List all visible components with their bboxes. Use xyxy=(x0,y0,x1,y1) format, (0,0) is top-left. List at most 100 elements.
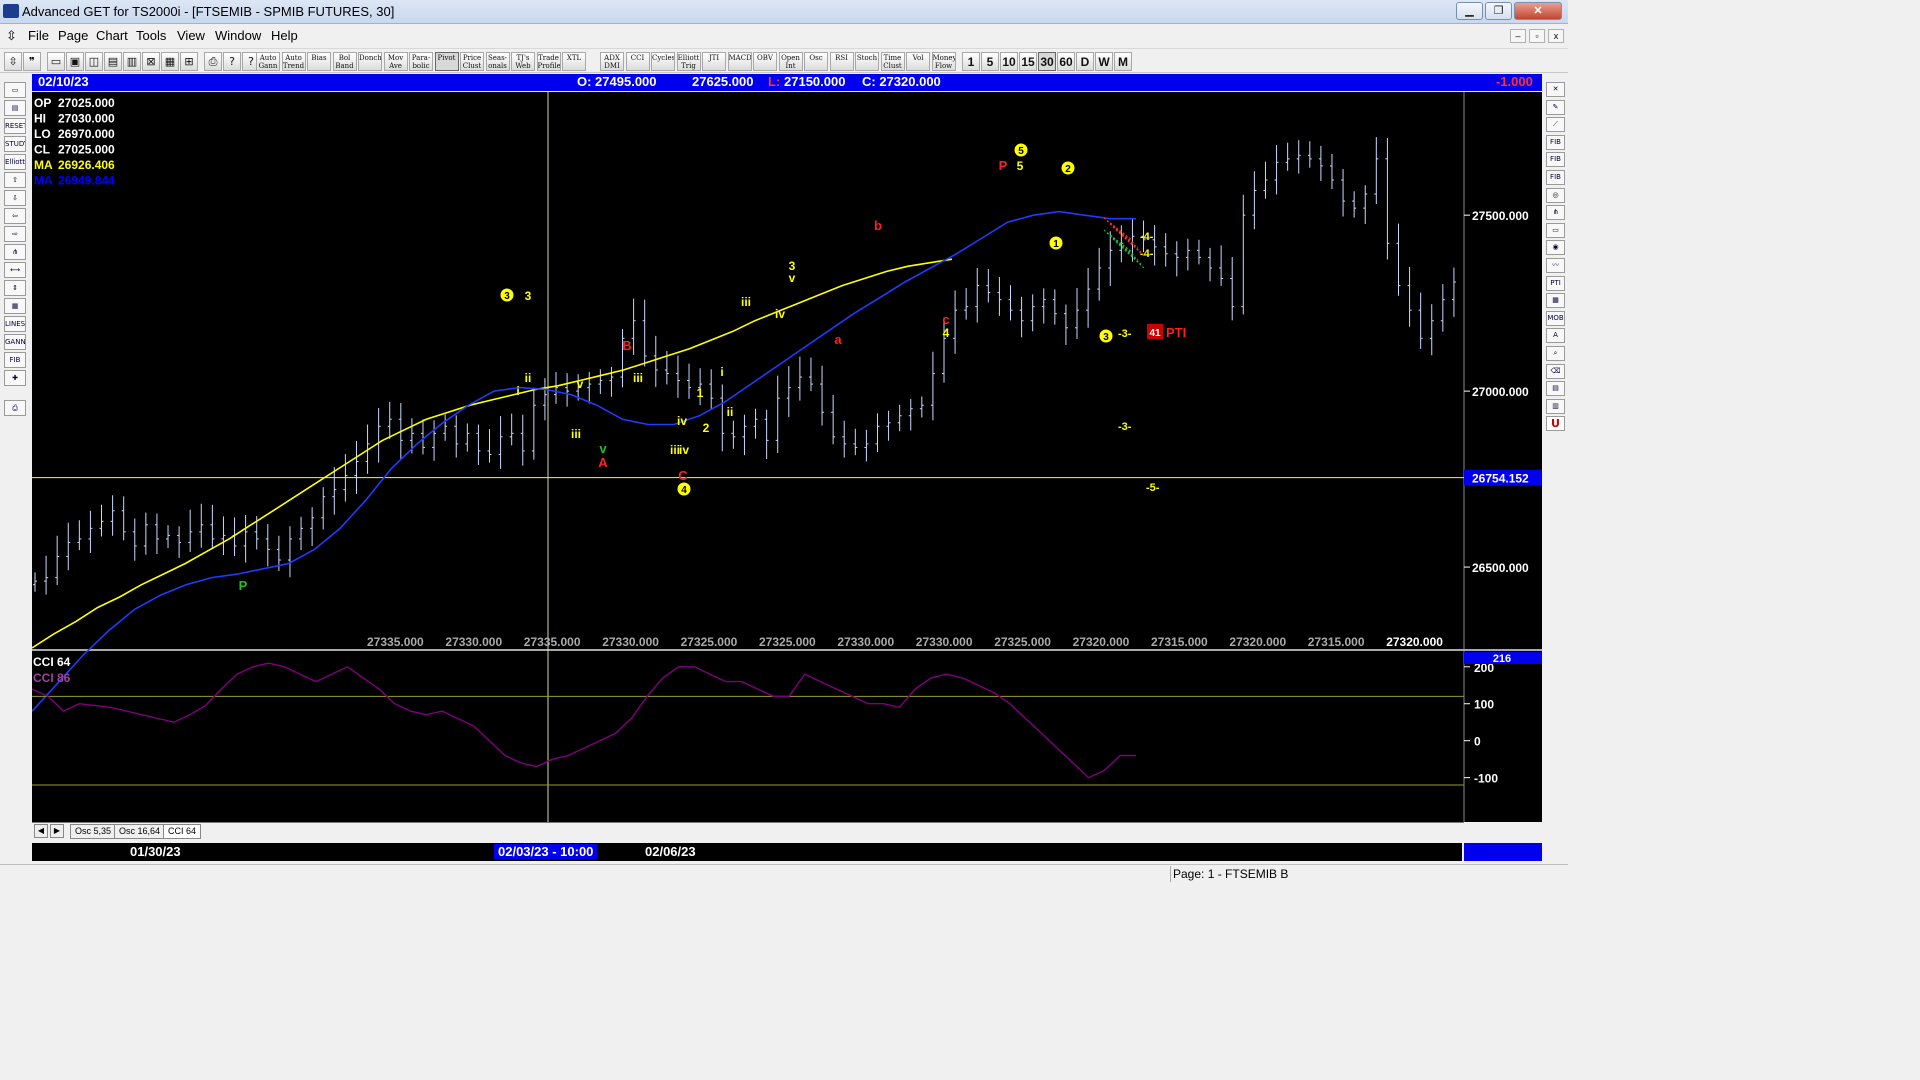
timeframe-button-m[interactable]: M xyxy=(1114,52,1132,71)
study-button-time-clust[interactable]: Time Clust xyxy=(880,52,905,71)
study-button-adx-dmi[interactable]: ADX DMI xyxy=(600,52,624,71)
chart-area[interactable]: 27500.000 27000.000 26500.000 26754.152 OP 27… xyxy=(32,92,1542,822)
study-button-bol-band[interactable]: Bol Band xyxy=(332,52,357,71)
study-button-tj-s-web[interactable]: TJ's Web xyxy=(511,52,535,71)
print-preview-icon[interactable]: ▤ xyxy=(104,52,122,71)
fib-tool-icon[interactable]: FIB xyxy=(4,352,26,368)
study-button-para-bolic[interactable]: Para-bolic xyxy=(409,52,433,71)
cross-cursor-tool-icon[interactable]: ✕ xyxy=(1546,82,1565,97)
reset-tool-icon[interactable]: RESET xyxy=(4,118,26,134)
timeframe-button-10[interactable]: 10 xyxy=(1000,52,1018,71)
fib-extension-tool-icon[interactable]: FIB xyxy=(1546,152,1565,168)
open-icon[interactable]: ▣ xyxy=(66,52,84,71)
print-icon[interactable]: ⎙ xyxy=(204,52,222,71)
timeframe-button-5[interactable]: 5 xyxy=(981,52,999,71)
zoom-tool-icon[interactable]: ⌕ xyxy=(1546,346,1565,361)
mdi-close-button[interactable]: x xyxy=(1548,29,1564,43)
ruler-tool-icon[interactable]: ▤ xyxy=(1546,381,1565,397)
pencil-tool-icon[interactable]: ✎ xyxy=(1546,99,1565,115)
wave-tool-icon[interactable]: 〰 xyxy=(1546,258,1565,273)
timeframe-button-d[interactable]: D xyxy=(1076,52,1094,71)
cross-tool-icon[interactable]: ✚ xyxy=(4,370,26,386)
menu-file[interactable]: File xyxy=(28,28,49,43)
tool-quote-icon[interactable]: ❞ xyxy=(23,52,41,71)
new-page-icon[interactable]: ▭ xyxy=(47,52,65,71)
menu-view[interactable]: View xyxy=(177,28,205,43)
timeframe-button-1[interactable]: 1 xyxy=(962,52,980,71)
study-button-money-flow[interactable]: Money Flow xyxy=(931,52,956,71)
add-icon[interactable]: ⊞ xyxy=(180,52,198,71)
minimize-button[interactable]: ▁ xyxy=(1456,2,1483,20)
study-button-pivot[interactable]: Pivot xyxy=(434,52,459,71)
study-button-auto-trend[interactable]: Auto Trend xyxy=(281,52,306,71)
study-button-elliott-trig[interactable]: Elliott Trig xyxy=(676,52,701,71)
menu-page[interactable]: Page xyxy=(58,28,88,43)
ellipse-tool-icon[interactable]: ◎ xyxy=(1546,187,1565,203)
menu-tools[interactable]: Tools xyxy=(136,28,166,43)
eraser-tool-icon[interactable]: ⌫ xyxy=(1546,363,1565,379)
pti-tool-icon[interactable]: PTI xyxy=(1546,275,1565,291)
expand-tool-icon[interactable]: ⟷ xyxy=(4,262,26,278)
tab-scroll-right[interactable]: ▶ xyxy=(50,824,64,838)
lines-tool-icon[interactable]: LINES xyxy=(4,316,26,332)
elliott-tool-icon[interactable]: Elliott xyxy=(4,154,26,170)
timeframe-button-30[interactable]: 30 xyxy=(1038,52,1056,71)
page-tool-icon[interactable]: ▤ xyxy=(4,100,26,116)
eclipse-tool-icon[interactable]: ◉ xyxy=(1546,240,1565,256)
help-icon[interactable]: ? xyxy=(223,52,241,71)
timeframe-button-15[interactable]: 15 xyxy=(1019,52,1037,71)
tool-pointer-icon[interactable]: ⇳ xyxy=(4,52,22,71)
shrink-tool-icon[interactable]: ⇕ xyxy=(4,280,26,296)
printer-tool-icon[interactable]: ⎙ xyxy=(4,400,26,416)
study-button-rsi[interactable]: RSI xyxy=(829,52,854,71)
mdi-restore-button[interactable]: ▫ xyxy=(1529,29,1545,43)
study-button-trade-profile[interactable]: Trade Profile xyxy=(536,52,561,71)
study-button-open-int[interactable]: Open Int xyxy=(778,52,803,71)
maximize-button[interactable]: ❐ xyxy=(1485,2,1512,20)
layers-tool-icon[interactable]: ▥ xyxy=(1546,398,1565,414)
right-arrow-tool-icon[interactable]: ⇨ xyxy=(4,226,26,242)
study-button-bias[interactable]: Bias xyxy=(307,52,331,71)
grid-tool-icon[interactable]: ▦ xyxy=(4,298,26,314)
left-arrow-tool-icon[interactable]: ⇦ xyxy=(4,208,26,224)
study-button-osc[interactable]: Osc xyxy=(804,52,828,71)
up-arrow-tool-icon[interactable]: ⇧ xyxy=(4,172,26,188)
fan-tool-icon[interactable]: ⋔ xyxy=(1546,205,1565,221)
save-icon[interactable]: ◫ xyxy=(85,52,103,71)
study-button-xtl[interactable]: XTL xyxy=(562,52,586,71)
gann-tool-icon[interactable]: GANN xyxy=(4,334,26,350)
mdi-minimize-button[interactable]: – xyxy=(1510,29,1526,43)
chart-canvas[interactable]: 27500.000 27000.000 26500.000 26754.152 OP 27… xyxy=(32,92,1542,822)
study-button-seas-onals[interactable]: Seas-onals xyxy=(485,52,510,71)
study-button-jti[interactable]: JTI xyxy=(702,52,726,71)
tab-osc-16-64[interactable]: Osc 16,64 xyxy=(114,824,166,839)
menu-help[interactable]: Help xyxy=(271,28,298,43)
study-button-price-clust[interactable]: Price Clust xyxy=(460,52,484,71)
study-button-stoch[interactable]: Stoch xyxy=(855,52,879,71)
timeframe-button-60[interactable]: 60 xyxy=(1057,52,1075,71)
down-arrow-tool-icon[interactable]: ⇩ xyxy=(4,190,26,206)
study-button-macd[interactable]: MACD xyxy=(727,52,752,71)
trend-tool-icon[interactable]: ⟋ xyxy=(1546,117,1565,133)
copy-icon[interactable]: ▥ xyxy=(123,52,141,71)
mob-tool-icon[interactable]: MOB xyxy=(1546,310,1565,326)
menu-window[interactable]: Window xyxy=(215,28,261,43)
close-button[interactable]: ✕ xyxy=(1514,2,1562,20)
study-button-obv[interactable]: OBV xyxy=(753,52,777,71)
fib-retracement-tool-icon[interactable]: FIB xyxy=(1546,134,1565,150)
menu-app-icon[interactable]: ⇳ xyxy=(6,28,17,44)
study-button-mov-ave[interactable]: Mov Ave xyxy=(383,52,408,71)
study-tool-icon[interactable]: STUDY xyxy=(4,136,26,152)
channel-tool-icon[interactable]: ▭ xyxy=(1546,222,1565,238)
open-tool-icon[interactable]: ▭ xyxy=(4,82,26,98)
delete-icon[interactable]: ⊠ xyxy=(142,52,160,71)
magnet-tool-icon[interactable]: U xyxy=(1546,416,1565,432)
tab-scroll-left[interactable]: ◀ xyxy=(34,824,48,838)
study-button-donch[interactable]: Donch xyxy=(358,52,382,71)
tab-osc-5-35[interactable]: Osc 5,35 xyxy=(70,824,117,839)
menu-chart[interactable]: Chart xyxy=(96,28,128,43)
timeframe-button-w[interactable]: W xyxy=(1095,52,1113,71)
fib-time-tool-icon[interactable]: FIB xyxy=(1546,170,1565,185)
study-button-auto-gann[interactable]: Auto Gann xyxy=(256,52,280,71)
grid-icon[interactable]: ▦ xyxy=(161,52,179,71)
